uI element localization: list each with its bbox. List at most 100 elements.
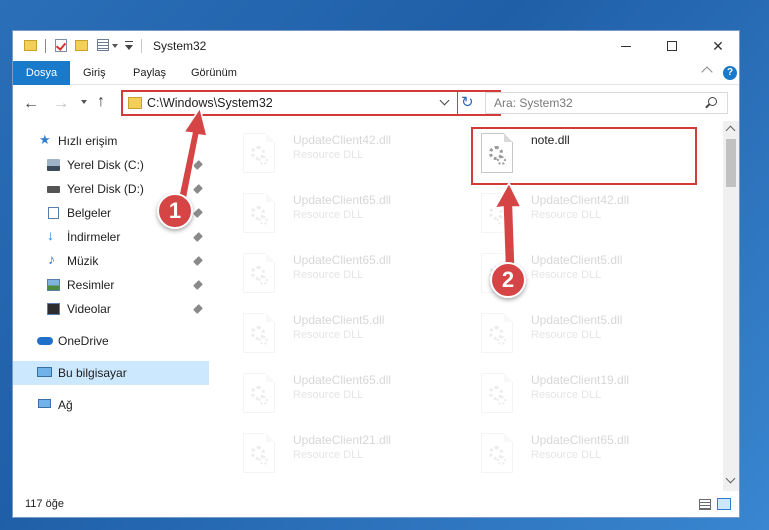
back-arrow-icon[interactable]: ← [23,95,39,113]
dll-file-icon [243,133,275,173]
pin-icon[interactable] [193,160,203,170]
item-count: 117 öğe [25,498,64,510]
videos-icon [47,303,60,315]
file-name: UpdateClient42.dll [293,133,392,147]
maximize-button[interactable] [649,31,695,61]
sidebar-item-pictures[interactable]: Resimler [13,273,209,297]
pin-icon[interactable] [193,184,203,194]
pin-icon[interactable] [193,280,203,290]
details-view-icon[interactable] [699,499,711,510]
tab-file[interactable]: Dosya [13,61,70,85]
step-badge-1: 1 [157,193,193,229]
tab-view[interactable]: Görünüm [181,61,247,85]
dll-file-icon [243,433,275,473]
sidebar-item-videos[interactable]: Videolar [13,297,209,321]
file-type: Resource DLL [293,329,364,341]
highlight-box [471,127,697,185]
this-pc-icon [37,367,52,377]
ribbon-tabs: Dosya Giriş Paylaş Görünüm [13,61,739,85]
scroll-down-icon[interactable] [725,473,736,484]
maximize-icon [667,41,677,51]
customize-toolbar-arrow-icon[interactable] [125,45,133,50]
sidebar-item-downloads[interactable]: ↓ İndirmeler [13,225,209,249]
sidebar-item-local-disk-c[interactable]: Yerel Disk (C:) [13,153,209,177]
downloads-icon: ↓ [47,227,54,243]
file-name: UpdateClient5.dll [531,313,623,327]
file-type: Resource DLL [293,269,364,281]
file-name: UpdateClient21.dll [293,433,392,447]
navigation-bar: ← → ↑ C:\Windows\System32 ↻ Ara: System3… [13,86,739,120]
gear-icon [259,396,268,405]
file-item[interactable]: UpdateClient65.dll Resource DLL [221,191,441,243]
search-icon[interactable] [708,97,717,106]
large-icons-view-icon[interactable] [717,498,731,510]
pin-icon[interactable] [193,256,203,266]
file-item[interactable]: UpdateClient42.dll Resource DLL [221,131,441,183]
gear-icon [497,336,506,345]
folder-icon [24,40,37,51]
pin-icon[interactable] [193,232,203,242]
window-title: System32 [153,39,207,53]
pin-icon[interactable] [193,208,203,218]
file-item[interactable]: UpdateClient5.dll Resource DLL [459,311,679,363]
help-icon[interactable]: ? [723,66,737,80]
file-item[interactable]: UpdateClient19.dll Resource DLL [459,371,679,423]
documents-icon [48,207,59,219]
file-type: Resource DLL [531,209,602,221]
customize-toolbar-icon[interactable] [125,41,133,42]
file-item[interactable]: UpdateClient65.dll Resource DLL [221,371,441,423]
file-name: UpdateClient65.dll [293,253,392,267]
refresh-icon[interactable]: ↻ [461,93,474,111]
gear-icon [497,456,506,465]
search-input[interactable]: Ara: System32 [485,92,728,114]
file-item[interactable]: UpdateClient42.dll Resource DLL [459,191,679,243]
file-name: UpdateClient65.dll [531,433,630,447]
scroll-up-icon[interactable] [725,125,736,136]
vertical-scrollbar[interactable] [723,121,739,491]
rename-icon[interactable] [97,39,109,51]
sidebar-item-this-pc[interactable]: Bu bilgisayar [13,361,209,385]
step-badge-2: 2 [490,262,526,298]
address-bar[interactable]: C:\Windows\System32 ↻ [121,90,501,116]
gear-icon [497,396,506,405]
chevron-down-icon[interactable] [439,95,450,106]
file-name: UpdateClient5.dll [531,253,623,267]
properties-check-icon[interactable] [55,39,67,52]
scroll-thumb[interactable] [726,139,736,187]
file-item[interactable]: UpdateClient65.dll Resource DLL [459,431,679,483]
new-folder-icon[interactable] [75,40,88,51]
sidebar-item-label: Ağ [58,398,73,412]
address-path[interactable]: C:\Windows\System32 [147,96,273,110]
status-bar: 117 öğe [13,493,739,517]
gear-icon [259,336,268,345]
pin-icon[interactable] [193,304,203,314]
file-item[interactable]: UpdateClient21.dll Resource DLL [221,431,441,483]
minimize-button[interactable] [603,31,649,61]
sidebar-item-quick-access[interactable]: ★ Hızlı erişim [13,129,209,153]
close-button[interactable]: ✕ [695,31,741,61]
gear-icon [497,216,506,225]
forward-arrow-icon[interactable]: → [53,95,69,113]
file-item[interactable]: UpdateClient65.dll Resource DLL [221,251,441,303]
sidebar-item-label: Videolar [67,302,111,316]
sidebar-item-label: Resimler [67,278,115,292]
tab-home[interactable]: Giriş [73,61,116,85]
search-placeholder: Ara: System32 [494,96,573,110]
up-arrow-icon[interactable]: ↑ [97,93,105,111]
sidebar-item-music[interactable]: ♪ Müzik [13,249,209,273]
tab-share[interactable]: Paylaş [123,61,176,85]
sidebar-item-network[interactable]: Ağ [13,393,209,417]
divider [141,39,142,53]
file-name: UpdateClient42.dll [531,193,630,207]
expand-ribbon-icon[interactable] [701,66,713,78]
file-type: Resource DLL [531,449,602,461]
sidebar-item-onedrive[interactable]: OneDrive [13,329,209,353]
file-item[interactable]: UpdateClient5.dll Resource DLL [221,311,441,363]
file-type: Resource DLL [531,269,602,281]
dll-file-icon [243,253,275,293]
file-name: UpdateClient65.dll [293,193,392,207]
navigation-pane: ★ Hızlı erişim Yerel Disk (C:) Yerel Dis… [13,121,209,491]
chevron-down-icon[interactable] [112,44,118,48]
folder-icon [128,97,142,109]
recent-locations-icon[interactable] [81,100,87,104]
